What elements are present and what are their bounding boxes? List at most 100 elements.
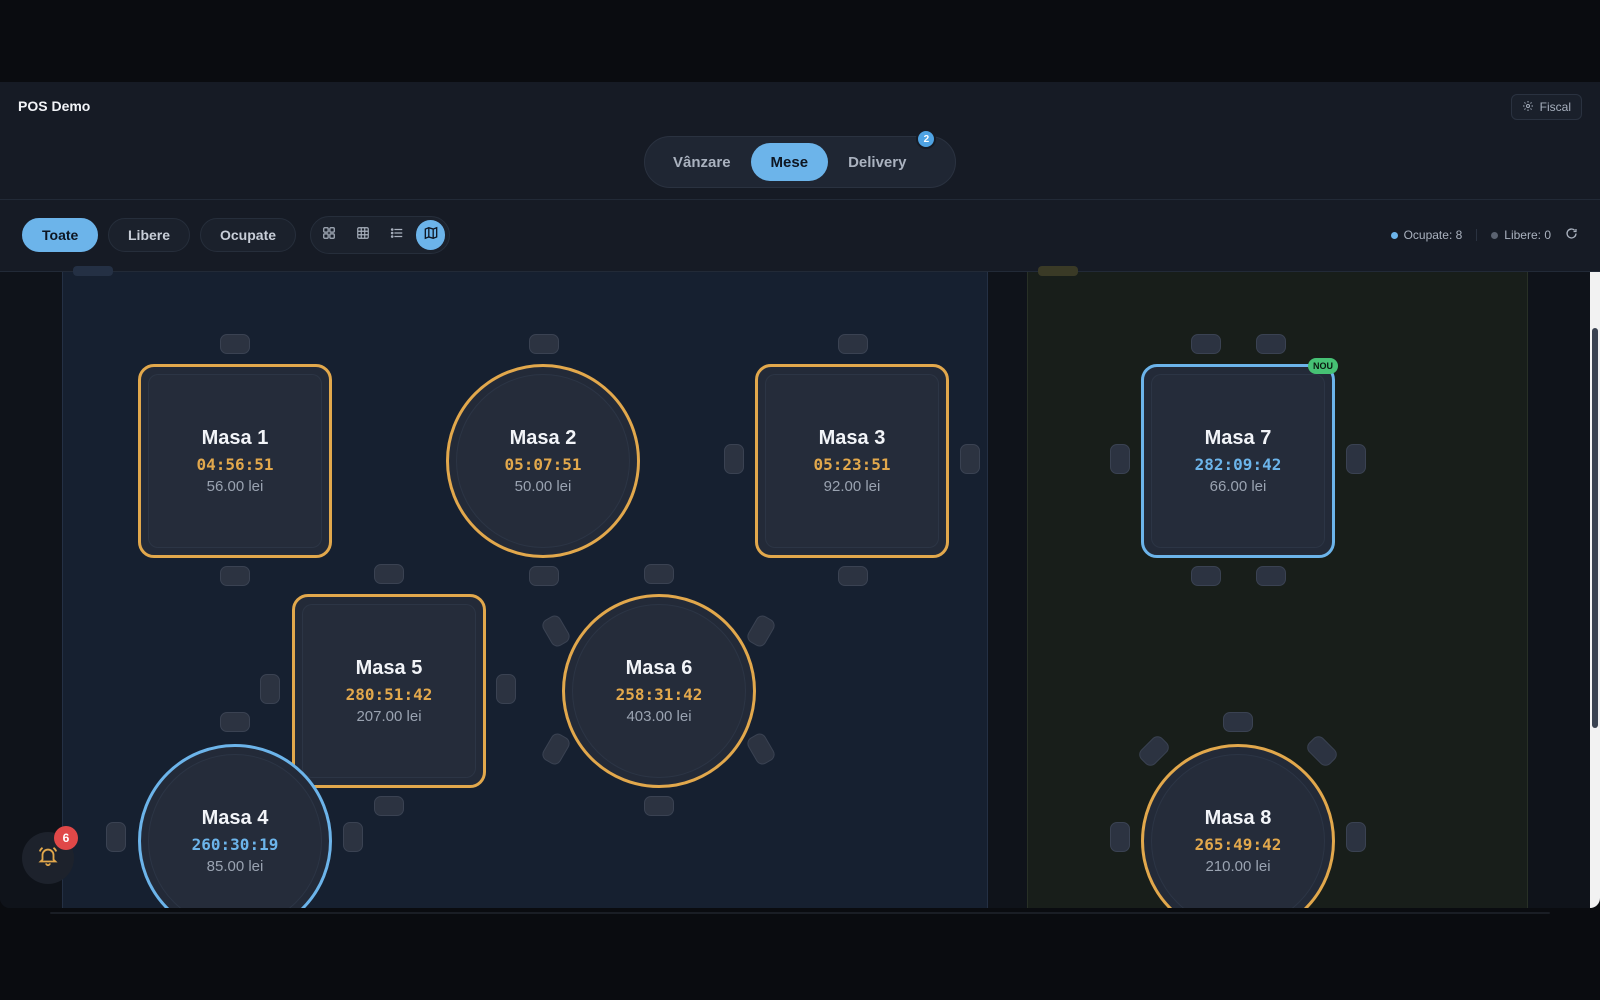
filter-bar: Toate Libere Ocupate Ocupate: 8 Libere: … <box>0 200 1600 272</box>
chair <box>260 674 280 704</box>
filter-toate-button[interactable]: Toate <box>22 218 99 252</box>
chair <box>1191 334 1221 354</box>
table-masa-1[interactable]: Masa 1 04:56:51 56.00 lei <box>138 364 332 558</box>
chair <box>960 444 980 474</box>
list-icon <box>390 226 404 245</box>
notifications-button[interactable]: 6 <box>22 826 78 884</box>
zone-terrace-tab[interactable] <box>1038 266 1078 276</box>
table-timer: 260:30:19 <box>191 835 279 854</box>
table-name: Masa 7 <box>1204 427 1272 449</box>
chair <box>496 674 516 704</box>
table-timer: 05:23:51 <box>813 455 891 474</box>
table-name: Masa 2 <box>509 427 577 449</box>
chair <box>1256 334 1286 354</box>
app-window: POS Demo Fiscal Vânzare Mese Delivery 2 … <box>0 82 1600 908</box>
table-masa-7[interactable]: Masa 7 282:09:42 66.00 lei NOU <box>1141 358 1338 558</box>
delivery-count-badge: 2 <box>916 129 937 149</box>
new-order-badge: NOU <box>1308 358 1338 374</box>
chair <box>724 444 744 474</box>
table-amount: 50.00 lei <box>514 478 572 495</box>
table-timer: 04:56:51 <box>196 455 274 474</box>
refresh-icon[interactable] <box>1565 227 1578 243</box>
table-surface <box>148 754 322 908</box>
mode-switcher: Vânzare Mese Delivery 2 <box>644 129 956 188</box>
notification-count-badge: 6 <box>54 826 78 850</box>
gear-icon <box>1522 100 1534 115</box>
view-map-button[interactable] <box>416 220 445 250</box>
stat-free-label: Libere: 0 <box>1504 228 1551 242</box>
chair <box>1223 712 1253 732</box>
grid-small-icon <box>356 226 370 245</box>
bottom-edge <box>50 912 1550 914</box>
chair <box>220 334 250 354</box>
scrollbar-thumb[interactable] <box>1592 328 1598 728</box>
mode-tab-mese[interactable]: Mese <box>750 143 829 181</box>
table-amount: 66.00 lei <box>1209 478 1267 495</box>
table-amount: 85.00 lei <box>206 858 264 875</box>
view-cards-button[interactable] <box>315 220 344 250</box>
table-stats: Ocupate: 8 Libere: 0 <box>1390 227 1578 243</box>
stats-divider <box>1476 229 1478 241</box>
top-bar: POS Demo Fiscal Vânzare Mese Delivery 2 <box>0 82 1600 200</box>
chair <box>106 822 126 852</box>
floor-map: Masa 1 04:56:51 56.00 lei Masa 2 05:07:5… <box>0 266 1600 908</box>
chair <box>1191 566 1221 586</box>
bell-icon <box>37 845 59 872</box>
free-dot <box>1491 231 1499 239</box>
table-amount: 207.00 lei <box>356 708 422 725</box>
app-title: POS Demo <box>18 98 91 114</box>
table-amount: 56.00 lei <box>206 478 264 495</box>
chair <box>374 564 404 584</box>
chair <box>1110 822 1130 852</box>
table-name: Masa 6 <box>625 657 693 679</box>
table-masa-3[interactable]: Masa 3 05:23:51 92.00 lei <box>755 364 949 558</box>
chair <box>374 796 404 816</box>
mode-tab-delivery[interactable]: Delivery 2 <box>828 129 937 181</box>
chair <box>644 564 674 584</box>
chair <box>1346 822 1366 852</box>
occupied-dot <box>1390 231 1398 239</box>
mode-tab-vanzare[interactable]: Vânzare <box>653 143 751 181</box>
scrollbar-track[interactable] <box>1590 272 1600 908</box>
table-amount: 210.00 lei <box>1205 858 1271 875</box>
fiscal-button[interactable]: Fiscal <box>1510 94 1582 120</box>
table-timer: 05:07:51 <box>504 455 582 474</box>
table-timer: 280:51:42 <box>345 685 433 704</box>
table-name: Masa 4 <box>201 807 269 829</box>
view-list-button[interactable] <box>383 220 412 250</box>
view-grid-button[interactable] <box>349 220 378 250</box>
chair <box>529 566 559 586</box>
table-surface <box>1151 754 1325 908</box>
mode-tab-delivery-label: Delivery <box>848 153 907 171</box>
filter-libere-button[interactable]: Libere <box>108 218 191 252</box>
table-masa-5[interactable]: Masa 5 280:51:42 207.00 lei <box>292 594 486 788</box>
fiscal-label: Fiscal <box>1539 100 1571 114</box>
chair <box>1346 444 1366 474</box>
chair <box>343 822 363 852</box>
chair <box>1110 444 1130 474</box>
stat-occupied-label: Ocupate: 8 <box>1403 228 1463 242</box>
table-name: Masa 1 <box>201 427 269 449</box>
chair <box>1256 566 1286 586</box>
chair <box>838 334 868 354</box>
chair <box>220 712 250 732</box>
stat-free: Libere: 0 <box>1491 228 1551 242</box>
table-name: Masa 5 <box>355 657 423 679</box>
table-name: Masa 8 <box>1204 807 1272 829</box>
zone-main-hall-tab[interactable] <box>73 266 113 276</box>
chair <box>220 566 250 586</box>
table-masa-6[interactable]: Masa 6 258:31:42 403.00 lei <box>562 594 756 788</box>
chair <box>529 334 559 354</box>
table-masa-2[interactable]: Masa 2 05:07:51 50.00 lei <box>446 364 640 558</box>
filter-ocupate-button[interactable]: Ocupate <box>200 218 297 252</box>
view-switcher <box>310 216 450 254</box>
chair <box>644 796 674 816</box>
table-timer: 258:31:42 <box>615 685 703 704</box>
table-timer: 265:49:42 <box>1194 835 1282 854</box>
table-name: Masa 3 <box>818 427 886 449</box>
map-icon <box>424 226 438 245</box>
grid-large-icon <box>322 226 336 245</box>
table-amount: 92.00 lei <box>823 478 881 495</box>
chair <box>838 566 868 586</box>
stat-occupied: Ocupate: 8 <box>1390 228 1463 242</box>
